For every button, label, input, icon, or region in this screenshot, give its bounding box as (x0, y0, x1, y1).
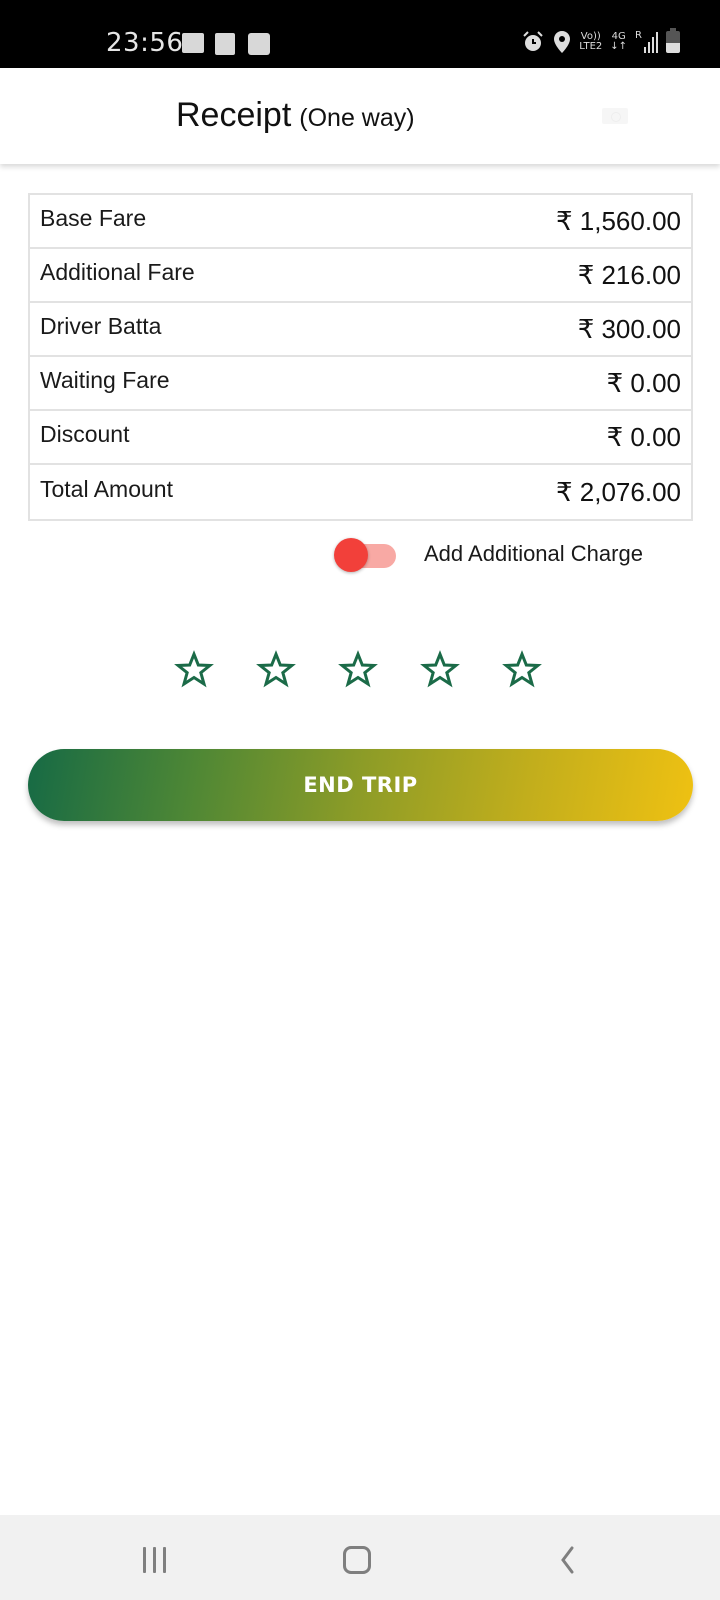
gallery-icon (182, 33, 204, 53)
title-main: Receipt (176, 96, 292, 134)
toggle-thumb[interactable] (334, 538, 368, 572)
back-icon[interactable] (554, 1545, 584, 1575)
fare-label: Total Amount (40, 475, 173, 502)
status-time: 23:56 (106, 28, 184, 58)
fare-label: Additional Fare (40, 258, 195, 285)
fare-table: Base Fare ₹ 1,560.00 Additional Fare ₹ 2… (28, 193, 693, 521)
fare-value: ₹ 300.00 (577, 313, 681, 344)
end-trip-button[interactable]: END TRIP (28, 749, 693, 821)
star-icon[interactable] (502, 650, 542, 690)
additional-charge-row: Add Additional Charge (334, 536, 643, 572)
fare-row-total: Total Amount ₹ 2,076.00 (30, 465, 691, 519)
fare-value: ₹ 0.00 (606, 367, 681, 398)
signal-bar (656, 32, 658, 53)
page-title: Receipt (One way) (176, 96, 415, 135)
app-header: Receipt (One way) (0, 68, 720, 164)
signal-bar (652, 37, 654, 53)
battery-icon (666, 28, 680, 53)
title-subtitle: (One way) (299, 104, 415, 132)
additional-charge-label: Add Additional Charge (424, 541, 643, 566)
navigation-bar (0, 1515, 720, 1600)
star-icon[interactable] (420, 650, 460, 690)
fare-value: ₹ 1,560.00 (556, 205, 681, 236)
fare-value: ₹ 216.00 (577, 259, 681, 290)
signal-icon: R (635, 31, 658, 53)
network-4g-icon: 4G ↓↑ (610, 31, 628, 52)
recents-icon[interactable] (143, 1547, 166, 1573)
status-icons: Vo)) LTE2 4G ↓↑ R (521, 28, 680, 54)
star-icon[interactable] (174, 650, 214, 690)
fare-value: ₹ 2,076.00 (556, 476, 681, 507)
fare-row-discount: Discount ₹ 0.00 (30, 411, 691, 465)
fare-label: Discount (40, 420, 130, 447)
fare-label: Base Fare (40, 204, 147, 231)
signal-bar (648, 42, 650, 53)
status-bar: 23:56 Vo)) LTE2 4G ↓↑ R (0, 0, 720, 68)
location-icon (554, 31, 571, 53)
fare-row-waiting: Waiting Fare ₹ 0.00 (30, 357, 691, 411)
home-icon[interactable] (343, 1546, 371, 1574)
volte-icon: Vo)) LTE2 (579, 31, 603, 52)
wifi-calling-icon (248, 33, 270, 55)
fare-row-base: Base Fare ₹ 1,560.00 (30, 195, 691, 249)
star-icon[interactable] (256, 650, 296, 690)
additional-charge-toggle[interactable] (334, 536, 396, 572)
cash-icon[interactable] (602, 108, 628, 124)
signal-bar (644, 47, 646, 53)
star-icon[interactable] (338, 650, 378, 690)
fare-label: Waiting Fare (40, 366, 170, 393)
alarm-icon (523, 31, 544, 51)
roaming-indicator: R (635, 30, 642, 41)
fare-row-additional: Additional Fare ₹ 216.00 (30, 249, 691, 303)
rating-stars (174, 650, 542, 690)
checkbox-icon (215, 33, 235, 55)
fare-label: Driver Batta (40, 312, 162, 339)
fare-row-driver-batta: Driver Batta ₹ 300.00 (30, 303, 691, 357)
fare-value: ₹ 0.00 (606, 421, 681, 452)
